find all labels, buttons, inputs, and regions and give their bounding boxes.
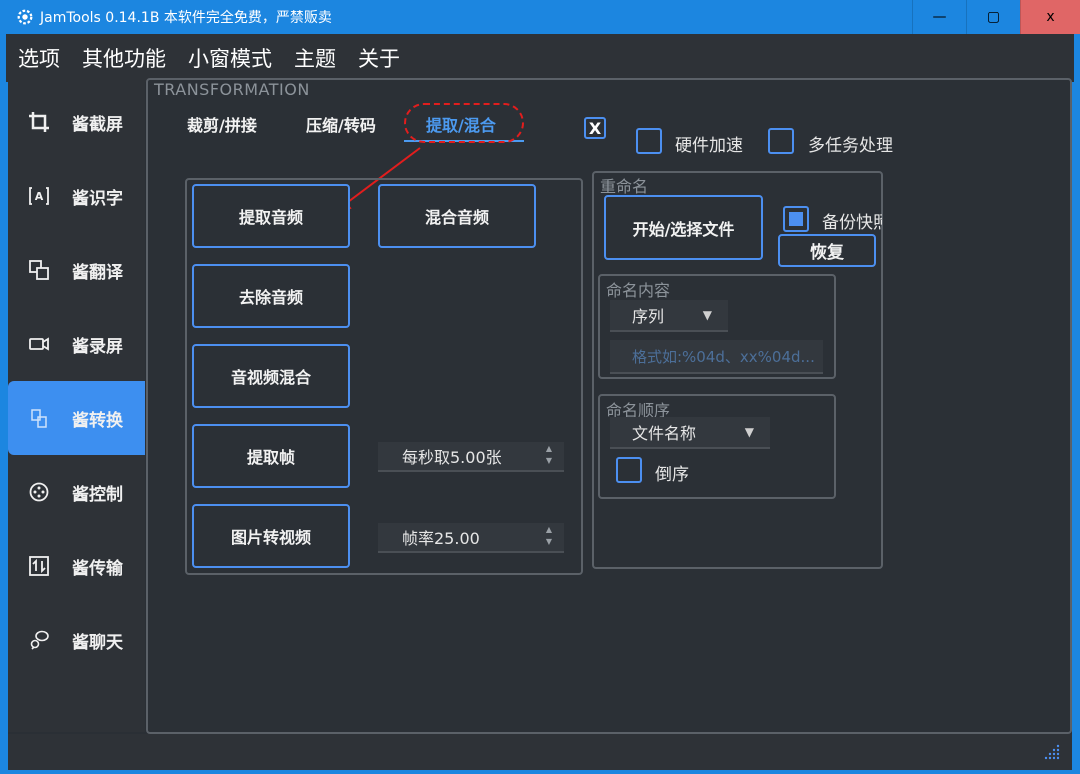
annotation-circle <box>404 103 524 143</box>
minimize-button[interactable]: — <box>912 0 966 34</box>
close-button[interactable]: x <box>1020 0 1080 34</box>
naming-order-value: 文件名称 <box>632 424 697 443</box>
naming-content-value: 序列 <box>632 307 665 326</box>
sidebar-item-label: 酱截屏 <box>72 114 123 135</box>
translate-icon <box>28 259 50 281</box>
maximize-button[interactable]: ▢ <box>966 0 1020 34</box>
sidebar-item-ocr[interactable]: A 酱识字 <box>8 159 145 233</box>
convert-file-icon <box>28 407 50 429</box>
sidebar-item-label: 酱聊天 <box>72 632 123 653</box>
backup-snapshot-label: 备份快照 <box>822 213 882 233</box>
extract-frames-button[interactable]: 提取帧 <box>192 424 350 488</box>
hardware-accel-label: 硬件加速 <box>675 136 743 156</box>
frames-per-second-spinbox[interactable]: 每秒取5.00张 ▲ ▼ <box>378 442 564 472</box>
mix-audio-button[interactable]: 混合音频 <box>378 184 536 248</box>
framerate-value: 帧率25.00 <box>402 529 480 548</box>
menu-options[interactable]: 选项 <box>18 43 60 73</box>
sidebar-item-label: 酱传输 <box>72 558 123 579</box>
fps-value: 每秒取5.00张 <box>402 448 502 467</box>
menu-other-functions[interactable]: 其他功能 <box>82 43 166 73</box>
control-icon <box>28 481 50 503</box>
extract-audio-button[interactable]: 提取音频 <box>192 184 350 248</box>
transfer-icon <box>28 555 50 577</box>
multitask-checkbox[interactable] <box>768 128 794 154</box>
status-bar <box>8 734 1072 770</box>
framerate-spinbox[interactable]: 帧率25.00 ▲ ▼ <box>378 523 564 553</box>
hardware-accel-checkbox[interactable] <box>636 128 662 154</box>
chat-icon <box>28 629 50 651</box>
remove-audio-button[interactable]: 去除音频 <box>192 264 350 328</box>
caret-down-icon: ▼ <box>702 308 712 322</box>
multitask-label: 多任务处理 <box>808 136 893 156</box>
video-camera-icon <box>28 333 50 355</box>
naming-format-placeholder: 格式如:%04d、xx%04d... <box>632 347 815 366</box>
sidebar-item-label: 酱识字 <box>72 188 123 209</box>
menu-about[interactable]: 关于 <box>358 43 400 73</box>
sidebar-item-screenshot[interactable]: 酱截屏 <box>8 85 145 159</box>
crop-icon <box>28 111 50 133</box>
start-select-files-button[interactable]: 开始/选择文件 <box>604 195 763 260</box>
spin-arrows-icon[interactable]: ▲ ▼ <box>546 524 552 548</box>
menu-theme[interactable]: 主题 <box>294 43 336 73</box>
resize-grip-icon[interactable] <box>1044 744 1060 760</box>
backup-snapshot-checkbox[interactable] <box>783 206 809 232</box>
sidebar-item-record[interactable]: 酱录屏 <box>8 307 145 381</box>
menu-bar: 选项 其他功能 小窗模式 主题 关于 <box>0 34 1080 82</box>
images-to-video-button[interactable]: 图片转视频 <box>192 504 350 568</box>
sidebar-item-transfer[interactable]: 酱传输 <box>8 529 145 603</box>
tab-crop-stitch[interactable]: 裁剪/拼接 <box>187 112 257 136</box>
reverse-order-checkbox[interactable] <box>616 457 642 483</box>
rename-group-title: 重命名 <box>600 177 649 196</box>
window-frame-left <box>0 34 8 774</box>
naming-content-select[interactable]: 序列 ▼ <box>610 300 728 332</box>
menu-small-window[interactable]: 小窗模式 <box>188 43 272 73</box>
window-frame-bottom <box>0 770 1080 774</box>
tab-compress-transcode[interactable]: 压缩/转码 <box>306 112 376 136</box>
sidebar-item-label: 酱控制 <box>72 484 123 505</box>
naming-content-title: 命名内容 <box>606 281 671 300</box>
title-bar[interactable]: JamTools 0.14.1B 本软件完全免费，严禁贩卖 — ▢ x <box>0 0 1080 34</box>
sidebar-item-label: 酱翻译 <box>72 262 123 283</box>
sidebar-item-label: 酱转换 <box>72 410 123 431</box>
app-gear-icon <box>17 9 33 25</box>
sidebar-item-control[interactable]: 酱控制 <box>8 455 145 529</box>
window-title: JamTools 0.14.1B 本软件完全免费，严禁贩卖 <box>40 10 332 26</box>
svg-text:A: A <box>35 190 44 203</box>
spin-arrows-icon[interactable]: ▲ ▼ <box>546 443 552 467</box>
sidebar-item-chat[interactable]: 酱聊天 <box>8 603 145 677</box>
caret-down-icon: ▼ <box>744 425 754 439</box>
naming-format-input[interactable]: 格式如:%04d、xx%04d... <box>610 340 823 374</box>
window-frame-right <box>1072 34 1080 774</box>
sidebar-item-label: 酱录屏 <box>72 336 123 357</box>
text-recognition-icon: A <box>28 185 50 207</box>
sidebar: 酱截屏 A 酱识字 酱翻译 酱录屏 酱转换 酱控制 酱传输 酱聊天 <box>8 82 145 732</box>
restore-button[interactable]: 恢复 <box>778 234 876 267</box>
reverse-order-label: 倒序 <box>655 465 689 485</box>
sidebar-item-convert[interactable]: 酱转换 <box>8 381 145 455</box>
audio-video-mix-button[interactable]: 音视频混合 <box>192 344 350 408</box>
section-title: TRANSFORMATION <box>154 80 310 99</box>
sidebar-item-translate[interactable]: 酱翻译 <box>8 233 145 307</box>
naming-order-select[interactable]: 文件名称 ▼ <box>610 417 770 449</box>
close-panel-checkbox[interactable]: X <box>584 117 606 139</box>
